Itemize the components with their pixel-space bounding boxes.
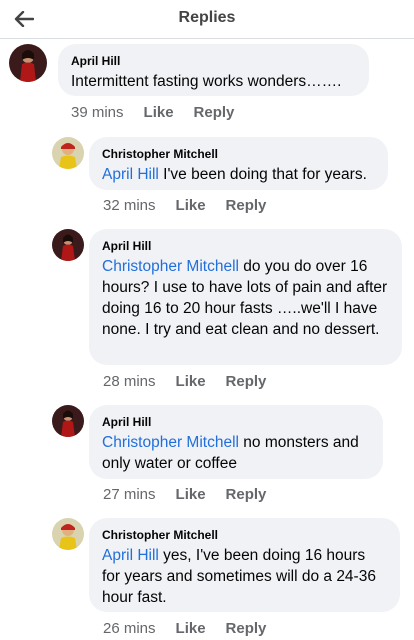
like-button[interactable]: Like	[176, 373, 206, 390]
reply-button[interactable]: Reply	[226, 620, 267, 637]
comment-body: I've been doing that for years.	[158, 166, 367, 183]
comment-bubble: Christopher Mitchell April Hill yes, I'v…	[89, 518, 400, 612]
timestamp: 28 mins	[103, 373, 156, 390]
comment-bubble: April Hill Intermittent fasting works wo…	[58, 44, 369, 96]
comment-meta: 26 mins Like Reply	[103, 620, 286, 637]
comment-bubble: April Hill Christopher Mitchell do you d…	[89, 229, 402, 365]
avatar[interactable]	[52, 229, 84, 261]
comment-bubble: April Hill Christopher Mitchell no monst…	[89, 405, 383, 479]
top-bar: Replies	[0, 0, 414, 39]
comment-author[interactable]: Christopher Mitchell	[102, 527, 387, 543]
mention-link[interactable]: Christopher Mitchell	[102, 434, 239, 451]
comment-meta: 32 mins Like Reply	[103, 197, 286, 214]
comment-meta: 28 mins Like Reply	[103, 373, 286, 390]
comment-bubble: Christopher Mitchell April Hill I've bee…	[89, 137, 388, 190]
mention-link[interactable]: April Hill	[102, 547, 159, 564]
like-button[interactable]: Like	[176, 620, 206, 637]
like-button[interactable]: Like	[176, 197, 206, 214]
avatar[interactable]	[52, 518, 84, 550]
timestamp: 32 mins	[103, 197, 156, 214]
timestamp: 39 mins	[71, 104, 124, 121]
avatar[interactable]	[9, 44, 47, 82]
comment-body: Intermittent fasting works wonders…….	[71, 73, 342, 90]
avatar[interactable]	[52, 137, 84, 169]
comment-author[interactable]: Christopher Mitchell	[102, 146, 375, 162]
reply-button[interactable]: Reply	[226, 373, 267, 390]
timestamp: 26 mins	[103, 620, 156, 637]
reply-button[interactable]: Reply	[194, 104, 235, 121]
page-title: Replies	[178, 9, 236, 26]
comment-meta: 27 mins Like Reply	[103, 486, 286, 503]
comment-meta: 39 mins Like Reply	[71, 104, 254, 121]
comment-text: Christopher Mitchell do you do over 16 h…	[102, 256, 389, 340]
reply-button[interactable]: Reply	[226, 486, 267, 503]
mention-link[interactable]: Christopher Mitchell	[102, 258, 239, 275]
comment-text: Christopher Mitchell no monsters and onl…	[102, 432, 370, 474]
avatar[interactable]	[52, 405, 84, 437]
comment-text: April Hill I've been doing that for year…	[102, 164, 375, 185]
like-button[interactable]: Like	[144, 104, 174, 121]
comment-text: April Hill yes, I've been doing 16 hours…	[102, 545, 387, 608]
timestamp: 27 mins	[103, 486, 156, 503]
comment-author[interactable]: April Hill	[71, 53, 356, 69]
comment-author[interactable]: April Hill	[102, 238, 389, 254]
comment-text: Intermittent fasting works wonders…….	[71, 71, 356, 92]
like-button[interactable]: Like	[176, 486, 206, 503]
comment-author[interactable]: April Hill	[102, 414, 370, 430]
reply-button[interactable]: Reply	[226, 197, 267, 214]
mention-link[interactable]: April Hill	[102, 166, 159, 183]
